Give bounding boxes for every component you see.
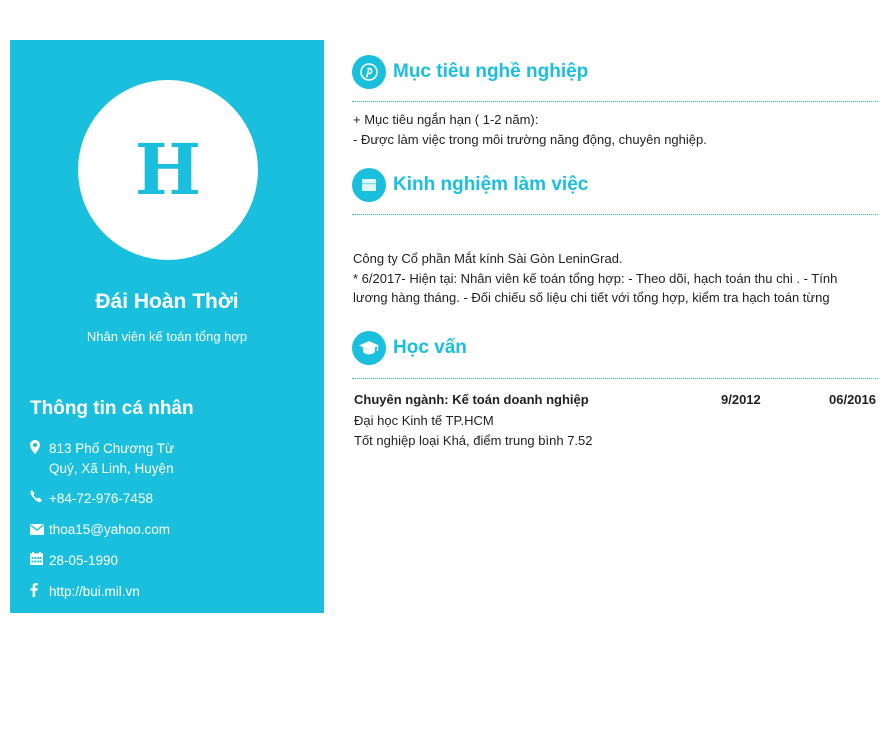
briefcase-icon [352,168,386,202]
experience-divider [352,214,878,215]
phone-icon [30,489,49,502]
phone-text: +84-72-976-7458 [49,491,153,506]
education-end-date: 06/2016 [829,392,876,407]
email-text[interactable]: thoa15@yahoo.com [49,520,170,540]
profile-sidebar: H Đái Hoàn Thời Nhân viên kế toán tổng h… [10,40,324,613]
email-row: thoa15@yahoo.com [30,520,170,540]
calendar-icon [30,551,49,565]
website-link[interactable]: http://bui.mil.vn [49,582,140,602]
address-line-1: 813 Phố Chương Từ [49,441,175,456]
experience-title: Kinh nghiệm làm việc [393,174,589,195]
education-major: Chuyên ngành: Kế toán doanh nghiệp [354,392,589,407]
envelope-icon [30,520,49,535]
candidate-position: Nhân viên kế toán tổng hợp [86,329,248,344]
objective-line-1: + Mục tiêu ngắn hạn ( 1-2 năm): [353,112,539,127]
objective-line-2: - Được làm việc trong môi trường năng độ… [353,131,707,147]
website-row: http://bui.mil.vn [30,582,140,602]
birthday-text: 28-05-1990 [49,553,119,568]
experience-header: Kinh nghiệm làm việc [352,168,588,202]
education-details: Đại học Kinh tế TP.HCM Tốt nghiệp loại K… [354,411,593,450]
address-row: 813 Phố Chương Từ Quý, Xã Linh, Huyện [30,439,174,479]
facebook-icon [30,582,49,597]
experience-line-2: lương hàng tháng. - Đối chiếu số liệu ch… [353,290,830,305]
phone-row: +84-72-976-7458 [30,489,153,509]
education-header: Học vấn [352,331,467,365]
personal-info-title: Thông tin cá nhân [30,398,194,419]
education-start-date: 9/2012 [721,392,761,407]
birthday-row: 28-05-1990 [30,551,118,571]
experience-company: Công ty Cổ phần Mắt kính Sài Gòn LeninGr… [353,251,623,266]
education-title: Học vấn [393,337,467,358]
objective-body: + Mục tiêu ngắn hạn ( 1-2 năm): - Được l… [353,110,707,149]
avatar: H [78,80,258,260]
pinterest-icon [352,55,386,89]
map-marker-icon [30,439,49,454]
objective-divider [352,101,878,102]
graduation-cap-icon [352,331,386,365]
education-school: Đại học Kinh tế TP.HCM [354,413,494,428]
avatar-letter: H [134,128,202,211]
address-line-2: Quý, Xã Linh, Huyện [49,461,174,476]
objective-title: Mục tiêu nghề nghiệp [393,61,589,82]
experience-body: Công ty Cổ phần Mắt kính Sài Gòn LeninGr… [353,249,837,308]
education-grade: Tốt nghiệp loại Khá, điểm trung bình 7.5… [354,432,593,448]
objective-header: Mục tiêu nghề nghiệp [352,55,588,89]
education-entry: Chuyên ngành: Kế toán doanh nghiệp 9/201… [354,392,876,407]
experience-line-1: * 6/2017- Hiện tại: Nhân viên kế toán tổ… [353,270,838,286]
education-divider [352,378,878,379]
candidate-name: Đái Hoàn Thời [95,290,239,313]
